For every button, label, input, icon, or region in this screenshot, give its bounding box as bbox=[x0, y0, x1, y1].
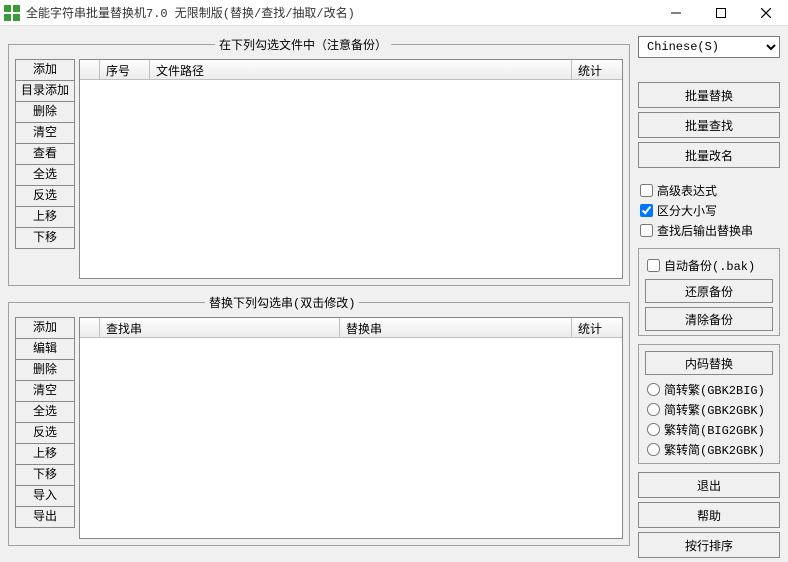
strings-export-button[interactable]: 导出 bbox=[15, 506, 75, 528]
files-col-stat[interactable]: 统计 bbox=[572, 60, 622, 79]
files-group-legend: 在下列勾选文件中（注意备份） bbox=[215, 36, 391, 53]
files-col-checkbox[interactable] bbox=[80, 60, 100, 79]
minimize-icon bbox=[671, 8, 681, 18]
files-col-index[interactable]: 序号 bbox=[100, 60, 150, 79]
maximize-button[interactable] bbox=[698, 0, 743, 26]
strings-edit-button[interactable]: 编辑 bbox=[15, 338, 75, 360]
files-col-path[interactable]: 文件路径 bbox=[150, 60, 572, 79]
t2s-big2gbk-label: 繁转简(BIG2GBK) bbox=[664, 421, 765, 438]
files-group: 在下列勾选文件中（注意备份） 添加 目录添加 删除 清空 查看 全选 反选 上移… bbox=[8, 36, 630, 286]
batch-find-button[interactable]: 批量查找 bbox=[638, 112, 780, 138]
strings-col-replace[interactable]: 替换串 bbox=[340, 318, 572, 337]
exit-button[interactable]: 退出 bbox=[638, 472, 780, 498]
s2t-gbk2gbk-radio[interactable] bbox=[647, 403, 660, 416]
title-bar: 全能字符串批量替换机7.0 无限制版(替换/查找/抽取/改名) bbox=[0, 0, 788, 26]
s2t-gbk2gbk-label: 简转繁(GBK2GBK) bbox=[664, 401, 765, 418]
strings-listview-header: 查找串 替换串 统计 bbox=[80, 318, 622, 338]
output-after-find-checkbox-label: 查找后输出替换串 bbox=[657, 222, 753, 239]
app-icon bbox=[4, 5, 20, 21]
t2s-gbk2gbk-radio-row[interactable]: 繁转简(GBK2GBK) bbox=[645, 439, 773, 459]
window-title: 全能字符串批量替换机7.0 无限制版(替换/查找/抽取/改名) bbox=[26, 4, 355, 21]
files-listview-body bbox=[80, 80, 622, 278]
close-icon bbox=[761, 8, 771, 18]
auto-backup-checkbox[interactable] bbox=[647, 259, 660, 272]
files-dir-add-button[interactable]: 目录添加 bbox=[15, 80, 75, 102]
minimize-button[interactable] bbox=[653, 0, 698, 26]
batch-replace-button[interactable]: 批量替换 bbox=[638, 82, 780, 108]
t2s-gbk2gbk-label: 繁转简(GBK2GBK) bbox=[664, 441, 765, 458]
files-listview-header: 序号 文件路径 统计 bbox=[80, 60, 622, 80]
files-clear-button[interactable]: 清空 bbox=[15, 122, 75, 144]
strings-col-stat[interactable]: 统计 bbox=[572, 318, 622, 337]
regex-checkbox-row[interactable]: 高级表达式 bbox=[638, 180, 780, 200]
maximize-icon bbox=[716, 8, 726, 18]
files-select-all-button[interactable]: 全选 bbox=[15, 164, 75, 186]
regex-checkbox[interactable] bbox=[640, 184, 653, 197]
files-move-down-button[interactable]: 下移 bbox=[15, 227, 75, 249]
files-button-stack: 添加 目录添加 删除 清空 查看 全选 反选 上移 下移 bbox=[15, 59, 75, 279]
files-add-button[interactable]: 添加 bbox=[15, 59, 75, 81]
case-checkbox-label: 区分大小写 bbox=[657, 202, 717, 219]
strings-button-stack: 添加 编辑 删除 清空 全选 反选 上移 下移 导入 导出 bbox=[15, 317, 75, 539]
strings-select-all-button[interactable]: 全选 bbox=[15, 401, 75, 423]
strings-listview-body bbox=[80, 338, 622, 538]
strings-delete-button[interactable]: 删除 bbox=[15, 359, 75, 381]
s2t-gbk2big-radio[interactable] bbox=[647, 383, 660, 396]
output-after-find-checkbox[interactable] bbox=[640, 224, 653, 237]
strings-import-button[interactable]: 导入 bbox=[15, 485, 75, 507]
help-button[interactable]: 帮助 bbox=[638, 502, 780, 528]
restore-backup-button[interactable]: 还原备份 bbox=[645, 279, 773, 303]
s2t-gbk2big-label: 简转繁(GBK2BIG) bbox=[664, 381, 765, 398]
language-select[interactable]: Chinese(S) bbox=[638, 36, 780, 58]
auto-backup-checkbox-label: 自动备份(.bak) bbox=[664, 257, 755, 274]
files-invert-button[interactable]: 反选 bbox=[15, 185, 75, 207]
sort-by-line-button[interactable]: 按行排序 bbox=[638, 532, 780, 558]
strings-listview[interactable]: 查找串 替换串 统计 bbox=[79, 317, 623, 539]
strings-col-find[interactable]: 查找串 bbox=[100, 318, 340, 337]
case-checkbox[interactable] bbox=[640, 204, 653, 217]
strings-col-checkbox[interactable] bbox=[80, 318, 100, 337]
backup-panel: 自动备份(.bak) 还原备份 清除备份 bbox=[638, 248, 780, 336]
encoding-panel: 内码替换 简转繁(GBK2BIG) 简转繁(GBK2GBK) 繁转简(BIG2G… bbox=[638, 344, 780, 464]
strings-move-up-button[interactable]: 上移 bbox=[15, 443, 75, 465]
strings-invert-button[interactable]: 反选 bbox=[15, 422, 75, 444]
s2t-gbk2gbk-radio-row[interactable]: 简转繁(GBK2GBK) bbox=[645, 399, 773, 419]
close-button[interactable] bbox=[743, 0, 788, 26]
files-listview[interactable]: 序号 文件路径 统计 bbox=[79, 59, 623, 279]
strings-group-legend: 替换下列勾选串(双击修改) bbox=[205, 294, 359, 311]
auto-backup-checkbox-row[interactable]: 自动备份(.bak) bbox=[645, 255, 773, 275]
t2s-big2gbk-radio[interactable] bbox=[647, 423, 660, 436]
s2t-gbk2big-radio-row[interactable]: 简转繁(GBK2BIG) bbox=[645, 379, 773, 399]
strings-add-button[interactable]: 添加 bbox=[15, 317, 75, 339]
output-after-find-checkbox-row[interactable]: 查找后输出替换串 bbox=[638, 220, 780, 240]
t2s-big2gbk-radio-row[interactable]: 繁转简(BIG2GBK) bbox=[645, 419, 773, 439]
files-delete-button[interactable]: 删除 bbox=[15, 101, 75, 123]
t2s-gbk2gbk-radio[interactable] bbox=[647, 443, 660, 456]
strings-group: 替换下列勾选串(双击修改) 添加 编辑 删除 清空 全选 反选 上移 下移 导入… bbox=[8, 294, 630, 546]
strings-clear-button[interactable]: 清空 bbox=[15, 380, 75, 402]
case-checkbox-row[interactable]: 区分大小写 bbox=[638, 200, 780, 220]
strings-move-down-button[interactable]: 下移 bbox=[15, 464, 75, 486]
regex-checkbox-label: 高级表达式 bbox=[657, 182, 717, 199]
files-view-button[interactable]: 查看 bbox=[15, 143, 75, 165]
batch-rename-button[interactable]: 批量改名 bbox=[638, 142, 780, 168]
files-move-up-button[interactable]: 上移 bbox=[15, 206, 75, 228]
clear-backup-button[interactable]: 清除备份 bbox=[645, 307, 773, 331]
code-replace-button[interactable]: 内码替换 bbox=[645, 351, 773, 375]
